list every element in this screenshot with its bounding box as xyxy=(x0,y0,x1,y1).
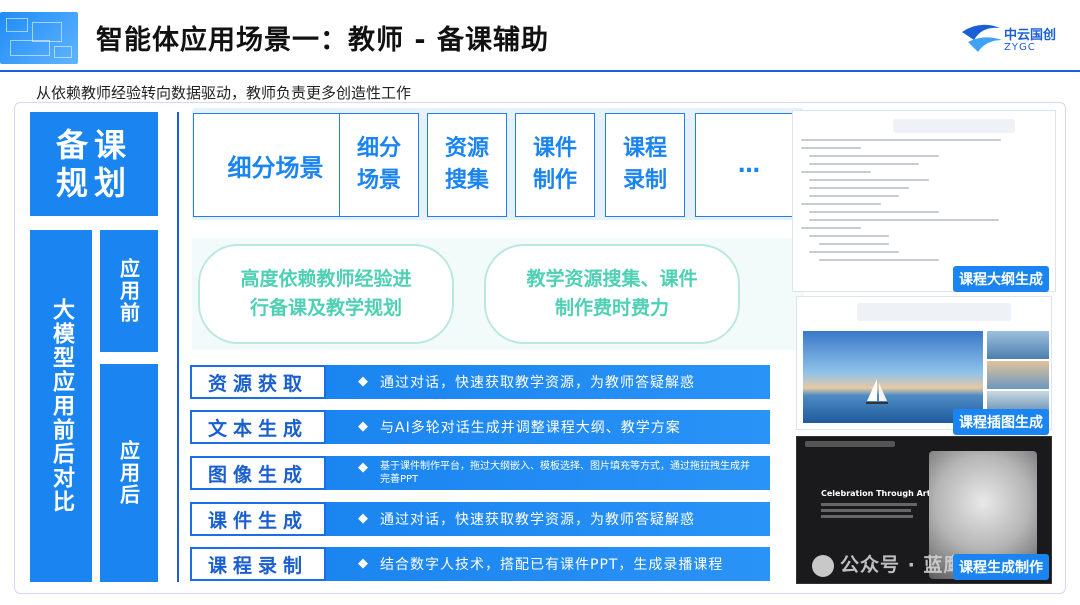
header-divider xyxy=(0,70,1080,72)
row-label: 资源获取 xyxy=(190,365,326,399)
text-line xyxy=(821,515,913,518)
text-line xyxy=(821,503,917,506)
image-caption: 课程插图生成 xyxy=(953,409,1049,435)
scenario-card: 课件 制作 xyxy=(515,113,595,217)
page-subtitle: 从依赖教师经验转向数据驱动，教师负责更多创造性工作 xyxy=(36,84,412,102)
decorative-circuit-image xyxy=(0,12,78,64)
compare-label: 大模型应用前后对比 xyxy=(30,230,92,582)
chat-bubble xyxy=(893,119,1015,133)
company-logo: 中云国创 ZYGC xyxy=(960,18,1060,62)
diamond-bullet-icon: ◆ xyxy=(358,374,369,389)
row-description: 通过对话，快速获取教学资源，为教师答疑解惑 xyxy=(380,375,695,391)
row-description-bar: ◆ 结合数字人技术，搭配已有课件PPT，生成录播课程 xyxy=(318,547,770,581)
slide-title: Celebration Through Art xyxy=(821,489,931,498)
scenario-card: 课程 录制 xyxy=(605,113,685,217)
outline-screenshot xyxy=(792,110,1056,292)
scenario-card-more: … xyxy=(695,113,803,217)
logo-text: 中云国创 xyxy=(1004,28,1057,43)
diamond-bullet-icon: ◆ xyxy=(358,556,369,571)
scenario-card: 细分 场景 xyxy=(339,113,419,217)
row-label: 课件生成 xyxy=(190,502,326,536)
row-description: 与AI多轮对话生成并调整课程大纲、教学方案 xyxy=(380,420,681,436)
logo-swoosh-icon xyxy=(962,24,1002,52)
outline-caption: 课程大纲生成 xyxy=(953,266,1049,292)
before-label: 应用前 xyxy=(100,230,158,352)
pain-point-oval: 高度依赖教师经验进 行备课及教学规划 xyxy=(198,244,454,344)
row-description-bar: ◆ 与AI多轮对话生成并调整课程大纲、教学方案 xyxy=(318,410,770,444)
chat-bubble xyxy=(857,303,1011,321)
diamond-bullet-icon: ◆ xyxy=(358,511,369,526)
scenario-heading-text: 细分场景 xyxy=(227,153,324,182)
thumbnail-image xyxy=(987,331,1049,359)
pain-point-oval: 教学资源搜集、课件 制作费时费力 xyxy=(484,244,740,344)
row-label: 课程录制 xyxy=(190,547,326,581)
toolbar-placeholder xyxy=(805,441,895,447)
plan-label: 备课 规划 xyxy=(30,112,158,216)
row-label: 图像生成 xyxy=(190,456,326,490)
plan-label-text: 备课 规划 xyxy=(55,126,132,202)
row-description-bar: ◆ 通过对话，快速获取教学资源，为教师答疑解惑 xyxy=(318,502,770,536)
row-description: 基于课件制作平台，拖过大纲嵌入、模板选择、图片填充等方式，通过拖拉拽生成并完善P… xyxy=(380,461,750,485)
row-description-bar: ◆ 基于课件制作平台，拖过大纲嵌入、模板选择、图片填充等方式，通过拖拉拽生成并完善… xyxy=(318,456,770,490)
video-caption: 课程生成制作 xyxy=(953,554,1049,580)
text-line xyxy=(821,509,911,512)
after-label: 应用后 xyxy=(100,364,158,582)
page-title: 智能体应用场景一：教师 - 备课辅助 xyxy=(96,25,550,56)
diamond-bullet-icon: ◆ xyxy=(358,460,368,475)
wechat-icon xyxy=(812,554,834,577)
thumbnail-image xyxy=(987,361,1049,389)
scenario-heading: 细分场景 xyxy=(193,113,358,217)
scenario-card: 资源 搜集 xyxy=(427,113,507,217)
row-label: 文本生成 xyxy=(190,410,326,444)
row-description: 结合数字人技术，搭配已有课件PPT，生成录播课程 xyxy=(380,557,724,573)
row-description: 通过对话，快速获取教学资源，为教师答疑解惑 xyxy=(380,512,695,528)
row-description-bar: ◆ 通过对话，快速获取教学资源，为教师答疑解惑 xyxy=(318,365,770,399)
vertical-divider xyxy=(177,112,179,582)
sailboat-icon xyxy=(866,379,888,404)
diamond-bullet-icon: ◆ xyxy=(358,419,369,434)
logo-subtext: ZYGC xyxy=(1004,42,1036,53)
